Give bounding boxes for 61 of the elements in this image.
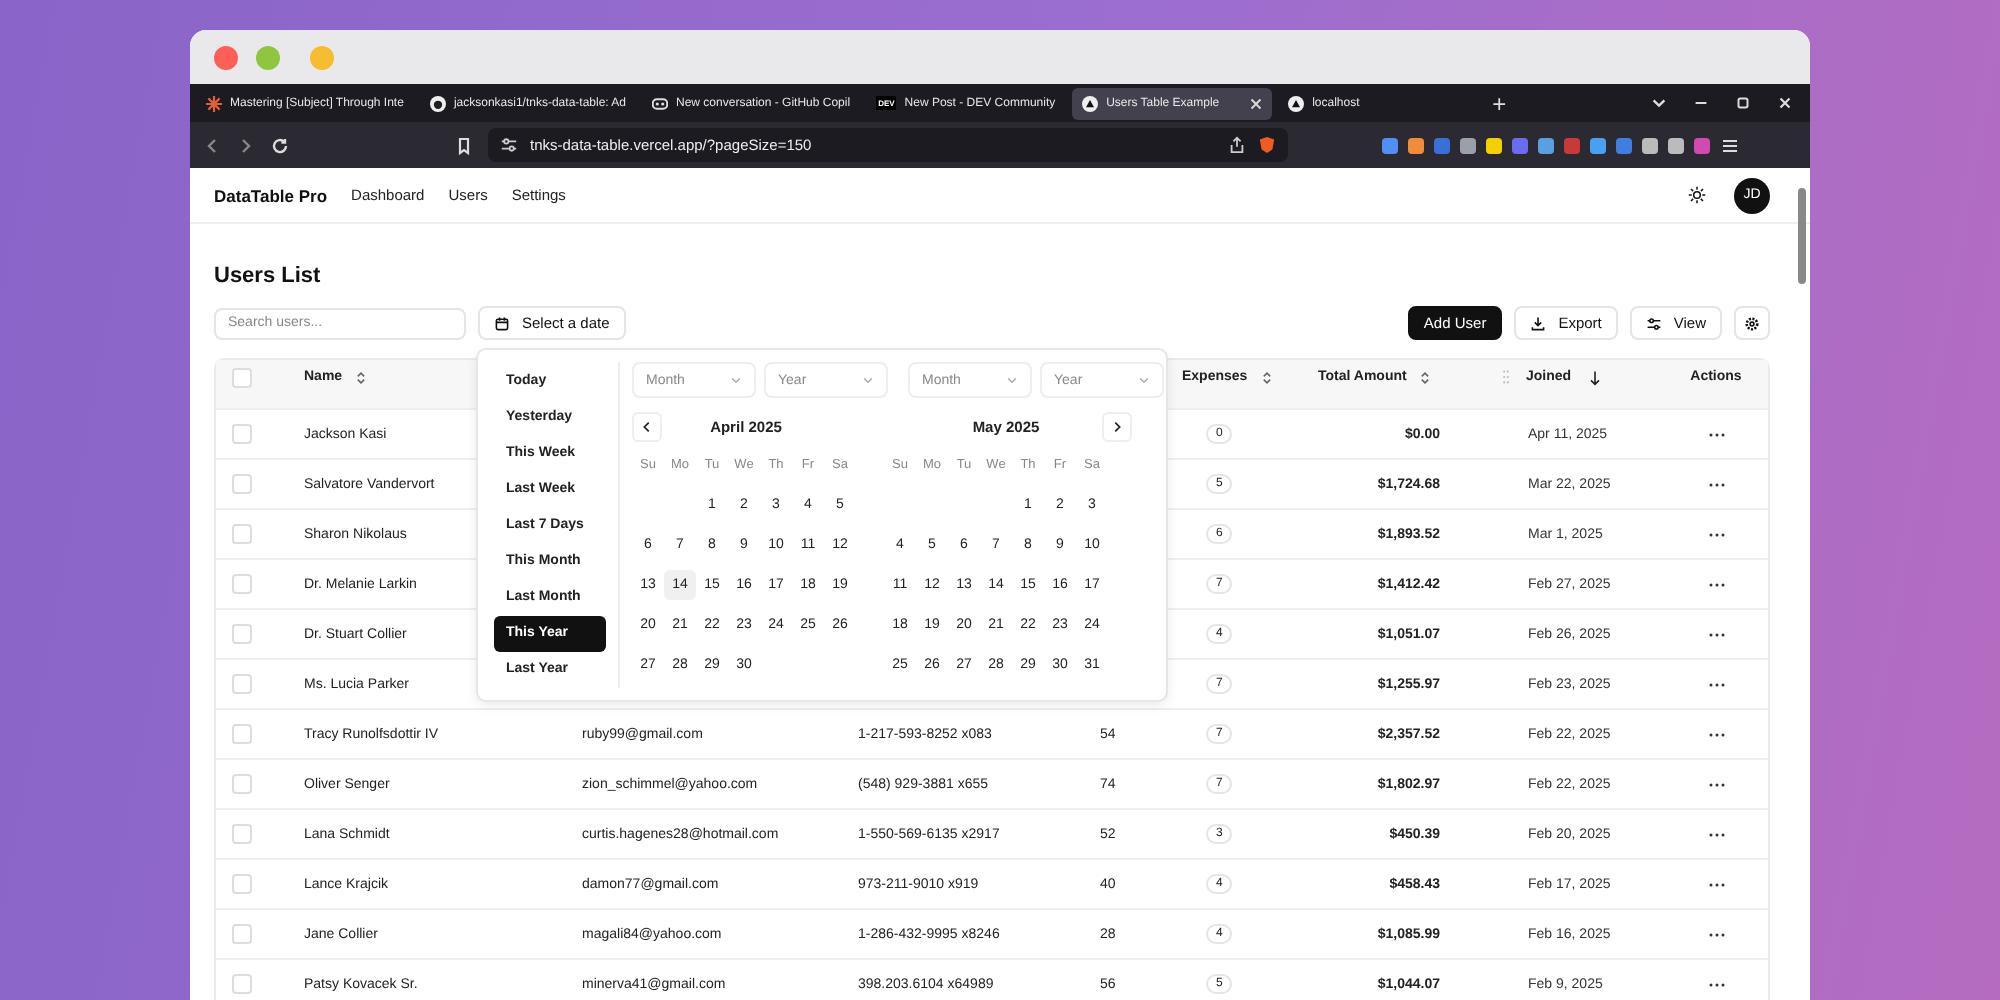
checkbox[interactable]: [232, 524, 252, 544]
checkbox[interactable]: [232, 824, 252, 844]
more-icon[interactable]: [1707, 581, 1725, 587]
chevron-left-icon: [640, 419, 654, 433]
checkbox[interactable]: [232, 874, 252, 894]
menu-icon[interactable]: [1720, 135, 1740, 155]
settings-button[interactable]: [1734, 306, 1770, 340]
checkbox[interactable]: [232, 674, 252, 694]
new-tab-button[interactable]: +: [1492, 89, 1507, 117]
chevron-down-icon: [730, 374, 742, 386]
checkbox[interactable]: [232, 574, 252, 594]
more-icon[interactable]: [1707, 931, 1725, 937]
sort-icon[interactable]: [1259, 369, 1274, 385]
chevron-down-icon: [1138, 374, 1150, 386]
reload-icon[interactable]: [270, 135, 290, 155]
spark-icon: [206, 95, 222, 111]
chevron-down-icon: [1006, 374, 1018, 386]
sort-icon[interactable]: [1418, 369, 1433, 385]
checkbox[interactable]: [232, 367, 252, 387]
triangle-icon: [1082, 95, 1099, 111]
shield-icon[interactable]: [1258, 136, 1276, 154]
calendar-icon: [494, 315, 510, 331]
scrollbar[interactable]: [1798, 188, 1806, 284]
more-icon[interactable]: [1707, 981, 1725, 987]
more-icon[interactable]: [1707, 781, 1725, 787]
forward-icon[interactable]: [236, 135, 256, 155]
checkbox[interactable]: [232, 474, 252, 494]
chevron-down-icon: [862, 374, 874, 386]
more-icon[interactable]: [1707, 831, 1725, 837]
more-icon[interactable]: [1707, 631, 1725, 637]
arrow-down-icon[interactable]: [1587, 369, 1602, 385]
triangle-icon: [1288, 95, 1305, 111]
chevron-down-icon[interactable]: [1650, 94, 1668, 112]
bookmark-icon[interactable]: [454, 135, 474, 155]
goggles-icon: [652, 95, 669, 111]
more-icon[interactable]: [1707, 431, 1725, 437]
checkbox[interactable]: [232, 774, 252, 794]
more-icon[interactable]: [1707, 681, 1725, 687]
checkbox[interactable]: [232, 924, 252, 944]
checkbox[interactable]: [232, 424, 252, 444]
sort-icon[interactable]: [354, 369, 369, 385]
share-icon[interactable]: [1228, 136, 1246, 154]
checkbox[interactable]: [232, 974, 252, 994]
checkbox[interactable]: [232, 724, 252, 744]
sliders-icon: [1645, 315, 1662, 331]
more-icon[interactable]: [1707, 481, 1725, 487]
download-icon: [1530, 315, 1547, 331]
close-icon[interactable]: [1776, 94, 1794, 112]
more-icon[interactable]: [1707, 531, 1725, 537]
checkbox[interactable]: [232, 624, 252, 644]
back-icon[interactable]: [202, 135, 222, 155]
more-icon[interactable]: [1707, 731, 1725, 737]
sliders-icon: [500, 136, 518, 154]
more-icon[interactable]: [1707, 881, 1725, 887]
brand-name: DataTable Pro: [214, 185, 328, 205]
chevron-right-icon: [1109, 419, 1124, 433]
close-icon[interactable]: [1250, 97, 1263, 109]
sun-icon[interactable]: [1688, 186, 1706, 204]
restore-icon[interactable]: [1734, 94, 1752, 112]
page-title: Users List: [214, 264, 323, 288]
settings-icon: [1744, 315, 1760, 331]
